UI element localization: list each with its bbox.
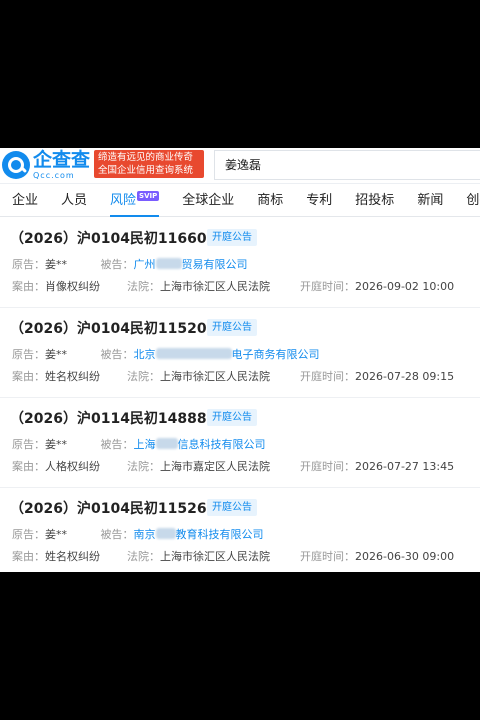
tab-bidding[interactable]: 招投标: [355, 185, 394, 217]
redaction-blur: [155, 348, 232, 359]
tab-venture-library[interactable]: 创投库: [466, 185, 480, 217]
tab-news[interactable]: 新闻: [417, 185, 443, 217]
hearing-time-label: 开庭时间：: [300, 280, 355, 293]
case-list: （2026）沪0104民初11660号 开庭公告 原告：姜** 被告：广州 贸易有…: [0, 218, 480, 572]
hearing-time-label: 开庭时间：: [300, 550, 355, 563]
logo-text: 企查查 Qcc.com: [33, 148, 91, 180]
case-number[interactable]: （2026）沪0114民初14888号: [10, 408, 221, 428]
details-row: 案由：人格权纠纷 法院：上海市嘉定区人民法院 开庭时间：2026-07-27 13:…: [12, 458, 454, 474]
defendant-prefix: 北京: [133, 348, 156, 361]
hearing-time-label: 开庭时间：: [300, 460, 355, 473]
defendant-suffix: 电子商务有限公司: [231, 348, 320, 361]
defendant-link[interactable]: 北京 电子商务有限公司: [134, 348, 320, 361]
hearing-notice-badge: 开庭公告: [207, 409, 257, 426]
redaction-blur: [155, 258, 182, 269]
hearing-time-value: 2026-07-27 13:45: [355, 460, 455, 473]
logo-cn: 企查查: [33, 148, 91, 171]
court-value: 上海市徐汇区人民法院: [160, 280, 270, 293]
plaintiff-value: 姜**: [45, 258, 67, 271]
svip-badge: SVIP: [137, 190, 160, 201]
parties-row: 原告：姜** 被告：南京 教育科技有限公司: [12, 526, 264, 542]
hearing-notice-badge: 开庭公告: [207, 229, 257, 246]
details-row: 案由：肖像权纠纷 法院：上海市徐汇区人民法院 开庭时间：2026-09-02 10:…: [12, 278, 454, 294]
court-value: 上海市嘉定区人民法院: [160, 460, 270, 473]
parties-row: 原告：姜** 被告：上海 信息科技有限公司: [12, 436, 266, 452]
parties-row: 原告：姜** 被告：广州 贸易有限公司: [12, 256, 248, 272]
defendant-suffix: 教育科技有限公司: [175, 528, 264, 541]
tab-trademark[interactable]: 商标: [257, 185, 283, 217]
cause-value: 人格权纠纷: [45, 460, 100, 473]
qcc-logo[interactable]: 企查查 Qcc.com: [2, 150, 92, 180]
defendant-link[interactable]: 上海 信息科技有限公司: [134, 438, 266, 451]
tab-people[interactable]: 人员: [61, 185, 87, 217]
hearing-time-value: 2026-07-28 09:15: [355, 370, 455, 383]
case-number[interactable]: （2026）沪0104民初11660号: [10, 228, 221, 248]
tab-risk[interactable]: 风险 SVIP: [110, 185, 160, 217]
plaintiff-value: 姜**: [45, 528, 67, 541]
qcc-logo-icon: [2, 151, 30, 179]
plaintiff-label: 原告：: [12, 258, 45, 271]
parties-row: 原告：姜** 被告：北京 电子商务有限公司: [12, 346, 320, 362]
plaintiff-label: 原告：: [12, 438, 45, 451]
cause-label: 案由：: [12, 370, 45, 383]
tab-risk-label: 风险: [110, 192, 137, 208]
hearing-notice-badge: 开庭公告: [207, 319, 257, 336]
defendant-prefix: 南京: [133, 528, 156, 541]
case-number[interactable]: （2026）沪0104民初11526号: [10, 498, 221, 518]
app-window: 企查查 Qcc.com 缔造有远见的商业传奇 全国企业信用查询系统 姜逸磊 企业…: [0, 148, 480, 572]
defendant-label: 被告：: [100, 348, 134, 361]
defendant-link[interactable]: 广州 贸易有限公司: [134, 258, 248, 271]
header: 企查查 Qcc.com 缔造有远见的商业传奇 全国企业信用查询系统 姜逸磊: [0, 148, 480, 184]
details-row: 案由：姓名权纠纷 法院：上海市徐汇区人民法院 开庭时间：2026-06-30 09:…: [12, 548, 454, 564]
hearing-time-value: 2026-09-02 10:00: [355, 280, 455, 293]
case-card[interactable]: （2026）沪0104民初11520号 开庭公告 原告：姜** 被告：北京 电子商…: [0, 308, 480, 398]
hearing-time-label: 开庭时间：: [300, 370, 355, 383]
hearing-time-value: 2026-06-30 09:00: [355, 550, 455, 563]
cause-value: 姓名权纠纷: [45, 550, 100, 563]
defendant-label: 被告：: [100, 438, 134, 451]
court-value: 上海市徐汇区人民法院: [160, 550, 270, 563]
court-label: 法院：: [127, 460, 160, 473]
case-number[interactable]: （2026）沪0104民初11520号: [10, 318, 221, 338]
case-card[interactable]: （2026）沪0114民初14888号 开庭公告 原告：姜** 被告：上海 信息科…: [0, 398, 480, 488]
cause-label: 案由：: [12, 550, 45, 563]
cause-label: 案由：: [12, 460, 45, 473]
defendant-label: 被告：: [100, 258, 134, 271]
details-row: 案由：姓名权纠纷 法院：上海市徐汇区人民法院 开庭时间：2026-07-28 09:…: [12, 368, 454, 384]
redaction-blur: [155, 528, 176, 539]
case-card[interactable]: （2026）沪0104民初11660号 开庭公告 原告：姜** 被告：广州 贸易有…: [0, 218, 480, 308]
redaction-blur: [155, 438, 178, 449]
court-label: 法院：: [127, 280, 160, 293]
plaintiff-value: 姜**: [45, 348, 67, 361]
court-value: 上海市徐汇区人民法院: [160, 370, 270, 383]
slogan-line1: 缔造有远见的商业传奇: [98, 152, 194, 163]
hearing-notice-badge: 开庭公告: [207, 499, 257, 516]
bottom-black-band: [0, 572, 480, 720]
search-input[interactable]: 姜逸磊: [214, 150, 480, 180]
cause-label: 案由：: [12, 280, 45, 293]
cause-value: 姓名权纠纷: [45, 370, 100, 383]
defendant-prefix: 上海: [133, 438, 156, 451]
defendant-prefix: 广州: [133, 258, 156, 271]
tab-patent[interactable]: 专利: [306, 185, 332, 217]
defendant-suffix: 信息科技有限公司: [177, 438, 266, 451]
top-black-band: [0, 0, 480, 148]
plaintiff-label: 原告：: [12, 348, 45, 361]
court-label: 法院：: [127, 550, 160, 563]
tab-company[interactable]: 企业: [12, 185, 38, 217]
court-label: 法院：: [127, 370, 160, 383]
defendant-link[interactable]: 南京 教育科技有限公司: [134, 528, 264, 541]
tab-bar: 企业 人员 风险SVIP 全球企业 商标 专利 招投标 新闻 创投库: [0, 185, 480, 217]
case-card[interactable]: （2026）沪0104民初11526号 开庭公告 原告：姜** 被告：南京 教育科…: [0, 488, 480, 572]
plaintiff-label: 原告：: [12, 528, 45, 541]
slogan-line2: 全国企业信用查询系统: [98, 165, 194, 176]
slogan-banner: 缔造有远见的商业传奇 全国企业信用查询系统: [94, 150, 204, 178]
logo-en: Qcc.com: [33, 170, 75, 180]
defendant-suffix: 贸易有限公司: [181, 258, 248, 271]
defendant-label: 被告：: [100, 528, 134, 541]
tab-global-company[interactable]: 全球企业: [182, 185, 234, 217]
cause-value: 肖像权纠纷: [45, 280, 100, 293]
plaintiff-value: 姜**: [45, 438, 67, 451]
